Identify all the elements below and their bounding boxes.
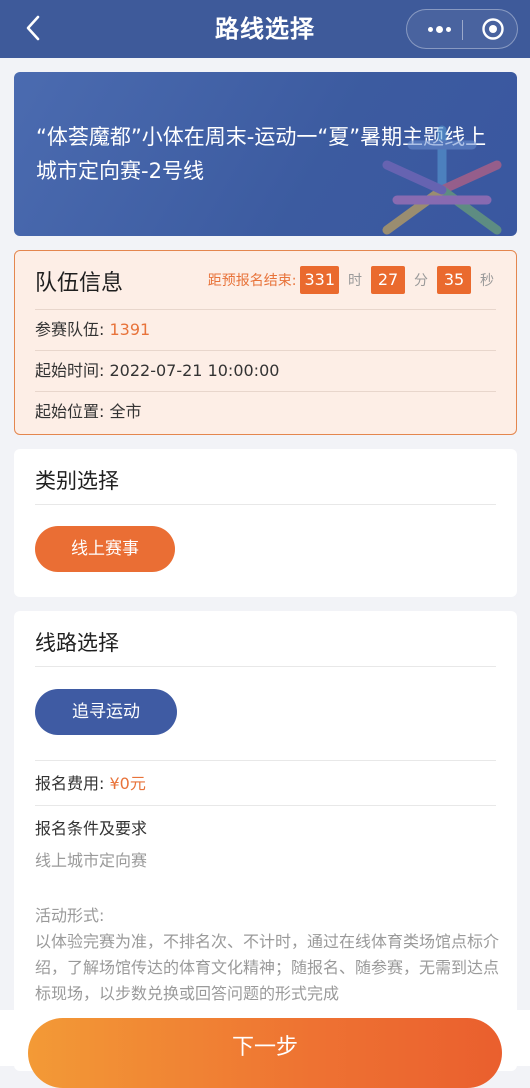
route-option-button[interactable]: 追寻运动: [35, 689, 177, 735]
countdown-minutes: 27: [371, 266, 405, 294]
team-info-title: 队伍信息: [35, 271, 124, 296]
row-label: 起始时间:: [35, 361, 105, 380]
hours-unit: 时: [348, 273, 362, 289]
category-title: 类别选择: [35, 469, 119, 493]
category-option-online[interactable]: 线上赛事: [35, 526, 175, 572]
activity-form-label: 活动形式:: [35, 906, 105, 925]
route-card: 线路选择 追寻运动 报名费用: ¥0元 报名条件及要求 线上城市定向赛 活动形式…: [14, 611, 517, 1071]
countdown: 距预报名结束: 331 时 27 分 35 秒: [208, 265, 494, 295]
more-dots-icon: [427, 26, 433, 32]
activity-form-text: 以体验完赛为准，不排名次、不计时，通过在线体育类场馆点标介绍，了解场馆传达的体育…: [35, 932, 500, 1003]
countdown-seconds: 35: [437, 266, 471, 294]
mini-program-capsule: [406, 9, 518, 49]
row-label: 参赛队伍:: [35, 320, 105, 339]
more-button[interactable]: [417, 10, 461, 48]
start-location-row: 起始位置: 全市: [35, 391, 496, 432]
next-step-button[interactable]: 下一步: [28, 1018, 502, 1088]
route-title: 线路选择: [35, 631, 119, 655]
nav-bar: 路线选择: [0, 0, 530, 58]
start-location-value: 全市: [109, 402, 142, 421]
seconds-unit: 秒: [480, 273, 494, 289]
event-banner: “体荟魔都”小体在周末-运动一“夏”暑期主题线上城市定向赛-2号线: [14, 72, 517, 236]
requirements-text: 线上城市定向赛: [35, 851, 148, 870]
countdown-hours: 331: [300, 266, 339, 294]
emblem-icon: [382, 125, 502, 235]
team-info-card: 队伍信息 距预报名结束: 331 时 27 分 35 秒 参赛队伍: 1391 …: [14, 250, 517, 435]
requirements-title: 报名条件及要求: [35, 819, 148, 838]
fee-value: ¥0元: [109, 774, 146, 793]
start-time-row: 起始时间: 2022-07-21 10:00:00: [35, 350, 496, 391]
fee-label: 报名费用:: [35, 774, 105, 793]
countdown-label: 距预报名结束:: [207, 273, 297, 289]
team-count-row: 参赛队伍: 1391: [35, 309, 496, 350]
fee-row: 报名费用: ¥0元: [35, 772, 496, 796]
minutes-unit: 分: [414, 273, 428, 289]
team-count-value: 1391: [109, 320, 151, 339]
close-mini-program-button[interactable]: [473, 10, 513, 48]
row-label: 起始位置:: [35, 402, 105, 421]
category-card: 类别选择 线上赛事: [14, 449, 517, 597]
close-target-icon: [482, 18, 504, 40]
start-time-value: 2022-07-21 10:00:00: [109, 361, 280, 380]
